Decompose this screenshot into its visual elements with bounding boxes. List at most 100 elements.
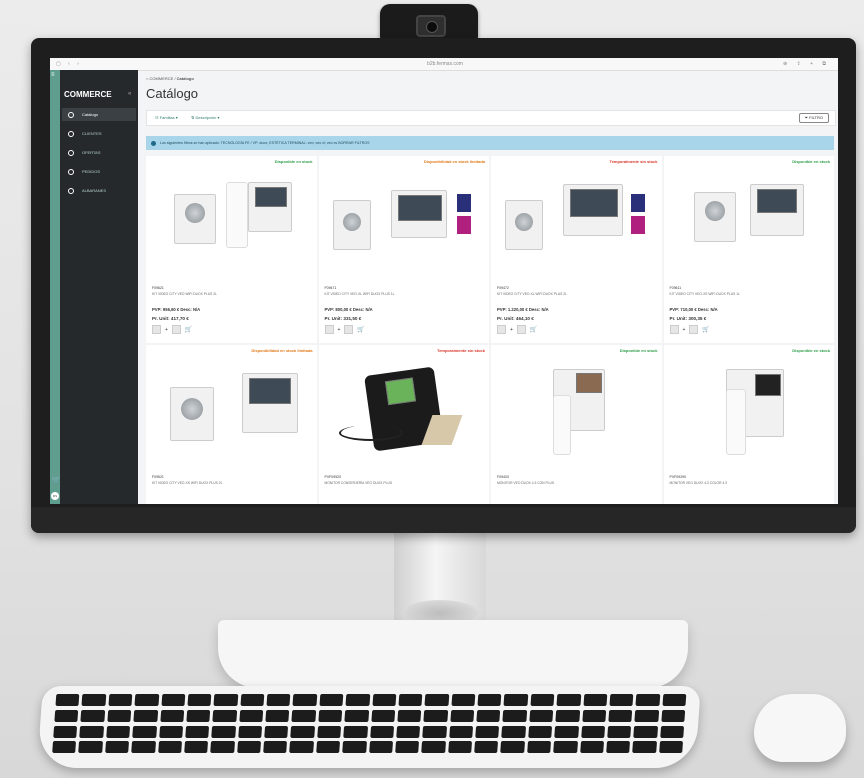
product-card[interactable]: Disponibilidad en stock limitada F09521 …: [146, 345, 317, 504]
keyboard-key: [290, 725, 315, 738]
keyboard-key: [476, 709, 501, 722]
product-desc[interactable]: MONITOR VEO DUOX 4.3 CON PLUS: [497, 481, 554, 485]
breadcrumb-current: Catálogo: [176, 76, 194, 81]
product-card[interactable]: Disponible en stock F09511 KIT VIDEO CIT…: [663, 156, 834, 343]
product-ref: PVF09520: [324, 475, 342, 479]
browser-actions-icons[interactable]: ⊕ ⇪ + ⧉: [783, 61, 830, 67]
product-card[interactable]: Disponible en stock F09621 KIT VIDEO CIT…: [146, 156, 317, 343]
keyboard-key: [133, 709, 158, 722]
product-desc[interactable]: MONITOR CONSERJERÍA VEO DUOX PLUS: [325, 481, 393, 485]
product-image: [674, 365, 826, 457]
sidebar-item-albaranes[interactable]: ALBARANES: [62, 184, 136, 197]
qty-minus[interactable]: [669, 325, 679, 334]
product-card[interactable]: Disponible en stock PVF09290 MONITOR VEO…: [663, 345, 834, 504]
quantity-stepper[interactable]: + 🛒: [497, 325, 537, 334]
keyboard-key: [421, 741, 446, 754]
keyboard-key: [78, 741, 103, 754]
keyboard-key: [609, 694, 634, 706]
product-desc[interactable]: KIT VIDEO CITY VEO-XL WIFI DUOX PLUS 1L: [325, 292, 395, 296]
door-panel: [332, 200, 371, 250]
add-to-cart-icon[interactable]: 🛒: [185, 326, 192, 333]
qty-input[interactable]: [516, 325, 526, 334]
cart-icon[interactable]: 🛒: [52, 476, 61, 484]
product-desc[interactable]: KIT VIDEO CITY VEO WIFI DUOX PLUS 2L: [152, 292, 217, 296]
keyboard-key: [398, 694, 423, 706]
keyboard: [37, 686, 701, 768]
stock-status: Disponible en stock: [274, 159, 313, 164]
quantity-stepper[interactable]: + 🛒: [324, 325, 365, 334]
plus-icon[interactable]: +: [165, 327, 168, 333]
home-icon[interactable]: ⌂: [146, 76, 148, 81]
quantity-stepper[interactable]: + 🛒: [669, 325, 710, 334]
add-to-cart-icon[interactable]: 🛒: [702, 326, 709, 333]
qty-input[interactable]: [171, 325, 181, 334]
keyboard-key: [632, 741, 657, 754]
product-desc[interactable]: KIT VIDEO CITY VEO-XS WIFI DUOX PLUS 1L: [670, 292, 740, 296]
sidebar-item-catalogo[interactable]: Catálogo: [62, 108, 136, 121]
description-dropdown[interactable]: ⇅ Descripción ▾: [191, 115, 220, 120]
qty-input[interactable]: [689, 325, 699, 334]
qty-minus[interactable]: [497, 325, 506, 334]
filter-button[interactable]: ⏷ FILTRO: [798, 113, 829, 123]
keyboard-key: [292, 694, 318, 706]
collapse-icon[interactable]: «: [128, 91, 131, 97]
filter-bar: ☷ Familias ▾ ⇅ Descripción ▾ ⏷ FILTRO: [146, 110, 836, 126]
keyboard-key: [555, 709, 580, 722]
stock-status: Disponible en stock: [792, 159, 830, 164]
door-panel: [505, 200, 543, 250]
breadcrumb-root[interactable]: COMMERCE: [150, 76, 174, 81]
sidebar-item-pedidos[interactable]: PEDIDOS: [62, 165, 136, 178]
keyboard-key: [238, 709, 264, 722]
keyboard-key: [266, 694, 291, 706]
keyboard-key: [502, 709, 527, 722]
keyboard-key: [370, 709, 396, 722]
keyboard-key: [447, 741, 473, 754]
keyboard-key: [503, 694, 529, 706]
product-card[interactable]: Temporalmente sin stock F09472 KIT VIDEO…: [491, 156, 662, 343]
keyboard-key: [55, 694, 80, 706]
product-unit-price: Pr. Unit: 331,50 €: [324, 316, 362, 321]
product-image: [329, 365, 481, 457]
keyboard-key: [607, 725, 632, 738]
product-card[interactable]: Temporalmente sin stock PVF09520 MONITOR…: [318, 345, 489, 504]
handset: [226, 182, 248, 248]
monitor-bezel: [31, 507, 856, 533]
user-avatar[interactable]: DS: [51, 492, 59, 500]
main-content: ⌂ COMMERCE / Catálogo Catálogo ☷ Familia…: [138, 70, 838, 504]
info-icon: [151, 140, 156, 146]
accessory-magenta: [456, 216, 471, 234]
keyboard-key: [553, 741, 578, 754]
add-to-cart-icon[interactable]: 🛒: [530, 326, 537, 333]
product-card[interactable]: Disponibilidad en stock limitada F09471 …: [318, 156, 489, 343]
plus-icon[interactable]: +: [510, 327, 513, 333]
url-bar[interactable]: b2b.fermax.com: [380, 61, 510, 67]
keyboard-key: [317, 725, 342, 738]
sidebar-item-ofertas[interactable]: OFERTAS: [62, 146, 136, 159]
keyboard-key: [210, 741, 235, 754]
accessory-magenta: [631, 216, 645, 234]
mouse: [754, 694, 846, 762]
product-desc[interactable]: MONITOR VEO DUOX 4.3 COLOR 4.3: [670, 481, 727, 485]
product-card[interactable]: Disponible en stock F09403 MONITOR VEO D…: [491, 345, 662, 504]
product-desc[interactable]: KIT VIDEO CITY VEO-XS WIFI DUOX PLUS 2L: [152, 481, 222, 485]
plus-icon[interactable]: +: [683, 327, 686, 333]
keyboard-key: [108, 694, 133, 706]
product-grid: Disponible en stock F09621 KIT VIDEO CIT…: [146, 156, 834, 504]
families-dropdown[interactable]: ☷ Familias ▾: [155, 115, 178, 120]
qty-input[interactable]: [344, 325, 354, 334]
keyboard-key: [158, 725, 183, 738]
stock-status: Disponible en stock: [792, 348, 830, 353]
add-to-cart-icon[interactable]: 🛒: [357, 326, 364, 333]
sidebar-item-clientes[interactable]: CLIENTES: [62, 127, 136, 140]
keyboard-key: [52, 741, 77, 754]
plus-icon[interactable]: +: [338, 327, 341, 333]
quantity-stepper[interactable]: + 🛒: [152, 325, 192, 334]
browser-nav-icons[interactable]: ▢ ‹ ›: [56, 61, 82, 67]
qty-minus[interactable]: [324, 325, 334, 334]
coiled-cord: [338, 425, 403, 441]
product-desc[interactable]: KIT VIDEO CITY VEO-XL WIFI DUOX PLUS 2L: [497, 292, 567, 296]
qty-minus[interactable]: [152, 325, 161, 334]
keyboard-key: [132, 725, 157, 738]
keyboard-key: [528, 725, 553, 738]
menu-icon[interactable]: ≡: [51, 72, 59, 78]
